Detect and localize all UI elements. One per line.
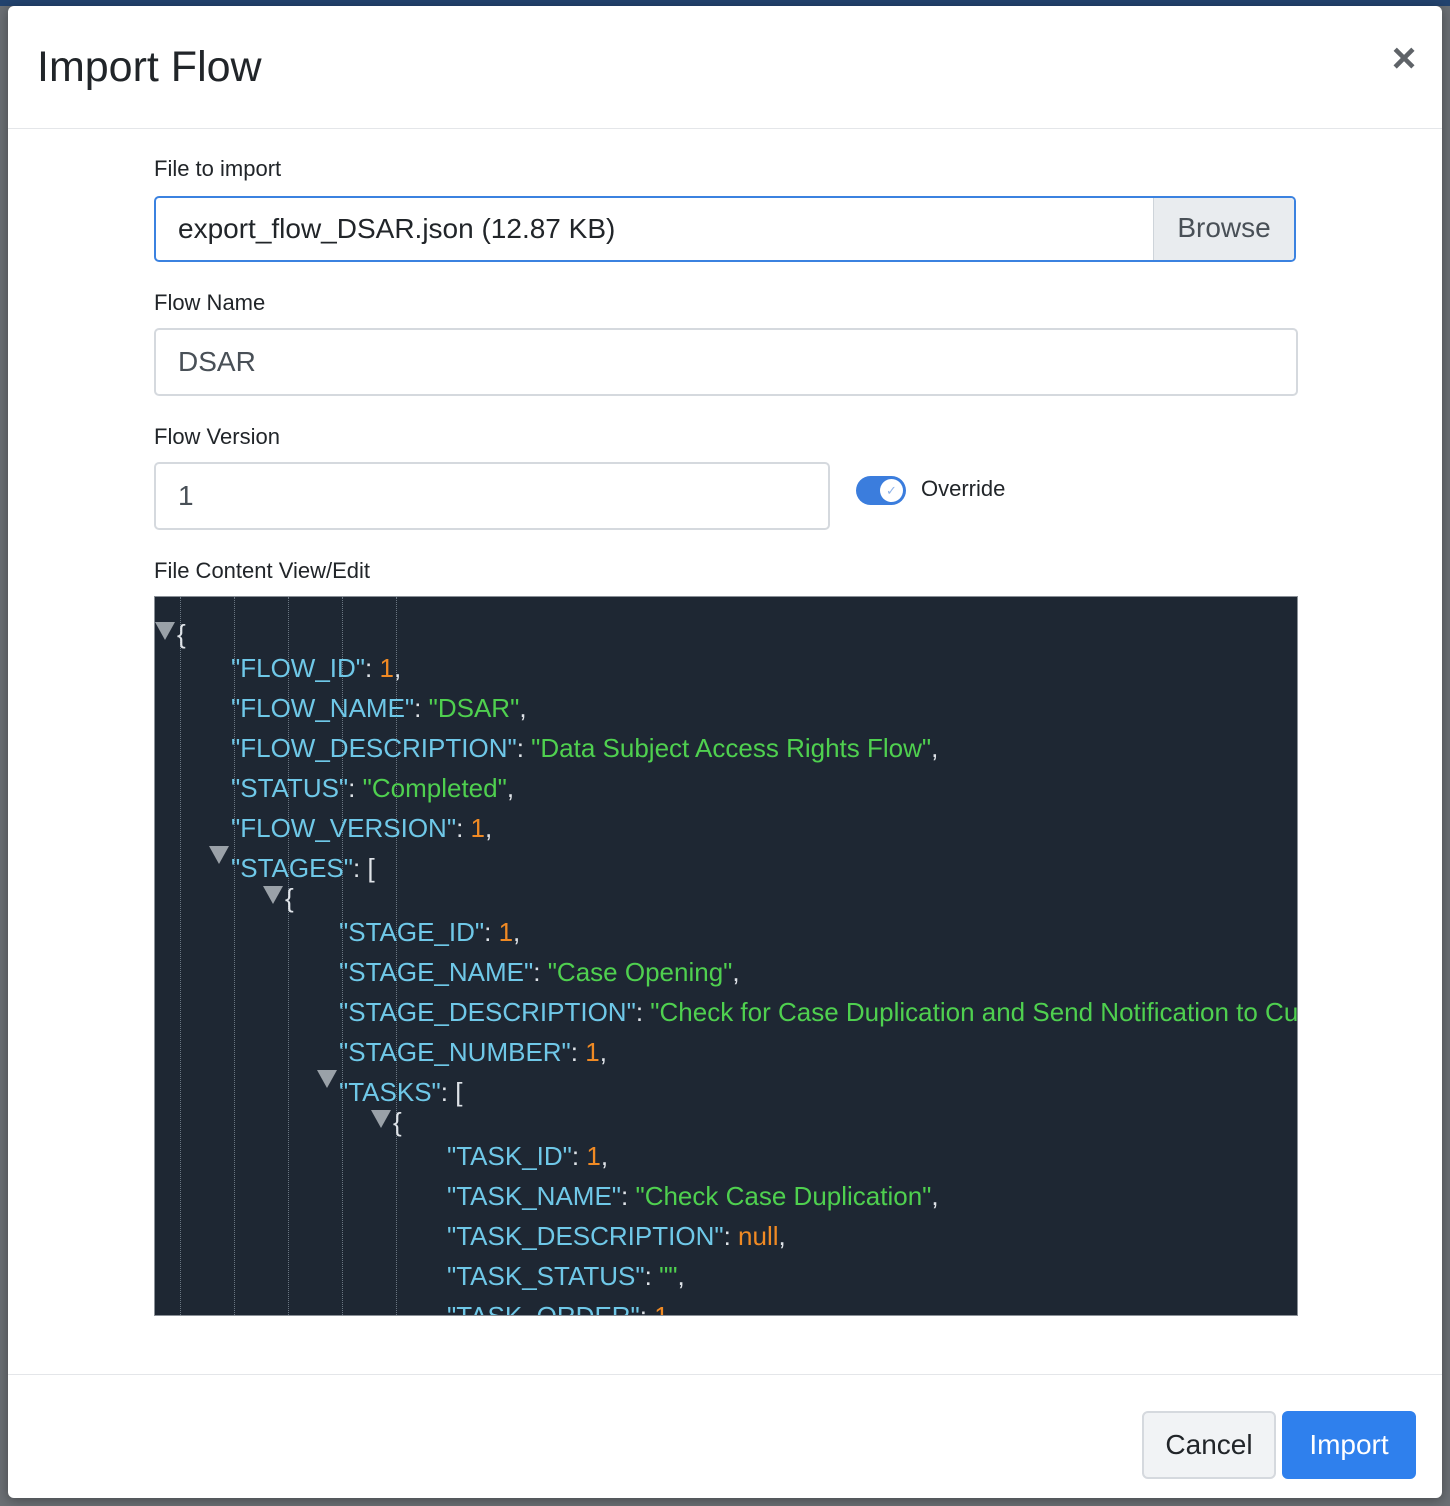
json-key: "TASKS" [339, 1077, 441, 1107]
json-punct: , [931, 1181, 939, 1211]
json-value: 1 [586, 1141, 601, 1171]
browse-button[interactable]: Browse [1153, 198, 1294, 260]
json-punct: , [506, 773, 515, 803]
json-value: "Check Case Duplication" [635, 1181, 932, 1211]
json-punct: , [677, 1261, 685, 1291]
flow-name-input[interactable]: DSAR [154, 328, 1298, 396]
modal-title: Import Flow [37, 43, 262, 91]
json-key: "STAGE_ID" [339, 917, 485, 947]
override-toggle[interactable]: ✓ [856, 476, 906, 505]
check-icon: ✓ [880, 479, 903, 502]
code-line: "TASK_ORDER": 1 [447, 1301, 669, 1316]
json-punct: { [177, 619, 186, 649]
collapse-arrow-icon[interactable] [263, 886, 283, 904]
collapse-arrow-icon[interactable] [317, 1070, 337, 1088]
code-line: "STAGE_NUMBER": 1, [339, 1037, 607, 1067]
json-key: "TASK_STATUS" [447, 1261, 645, 1291]
json-value: "Completed" [362, 773, 507, 803]
json-value: null [738, 1221, 779, 1251]
json-key: "STATUS" [231, 773, 349, 803]
json-punct: [ [455, 1077, 463, 1107]
code-line: "FLOW_DESCRIPTION": "Data Subject Access… [231, 733, 939, 763]
json-punct: , [484, 813, 493, 843]
code-line: "TASK_NAME": "Check Case Duplication", [447, 1181, 939, 1211]
close-icon[interactable]: × [1386, 37, 1422, 79]
json-key: "TASK_ID" [447, 1141, 572, 1171]
collapse-arrow-icon[interactable] [371, 1110, 391, 1128]
code-line: { [285, 883, 294, 913]
code-line: "TASK_ID": 1, [447, 1141, 609, 1171]
code-line: "TASK_DESCRIPTION": null, [447, 1221, 786, 1251]
code-line: { [393, 1107, 402, 1137]
code-line: "FLOW_ID": 1, [231, 653, 402, 683]
json-value: 1 [470, 813, 485, 843]
json-key: "STAGE_DESCRIPTION" [339, 997, 636, 1027]
file-to-import-label: File to import [154, 156, 282, 181]
json-punct: [ [367, 853, 375, 883]
json-punct: , [393, 653, 402, 683]
import-button[interactable]: Import [1282, 1411, 1416, 1479]
file-name-display[interactable]: export_flow_DSAR.json (12.87 KB) [178, 198, 615, 260]
flow-name-label: Flow Name [154, 290, 266, 315]
json-value: 1 [585, 1037, 600, 1067]
json-key: "STAGES" [231, 853, 354, 883]
json-punct: { [393, 1107, 402, 1137]
json-value: "Data Subject Access Rights Flow" [531, 733, 932, 763]
json-editor[interactable]: { "FLOW_ID": 1, "FLOW_NAME": "DSAR", "FL… [154, 596, 1298, 1316]
code-line: "FLOW_VERSION": 1, [231, 813, 493, 843]
modal-footer: Cancel Import [8, 1374, 1442, 1498]
collapse-arrow-icon[interactable] [209, 846, 229, 864]
json-key: "FLOW_NAME" [231, 693, 415, 723]
json-value: "Case Opening" [547, 957, 733, 987]
modal-header: Import Flow × [8, 6, 1442, 129]
json-key: "FLOW_VERSION" [231, 813, 457, 843]
json-punct: , [778, 1221, 786, 1251]
cancel-button[interactable]: Cancel [1142, 1411, 1276, 1479]
code-line: { [177, 619, 186, 649]
code-line: "STAGE_ID": 1, [339, 917, 521, 947]
code-line: "TASK_STATUS": "", [447, 1261, 685, 1291]
json-key: "TASK_ORDER" [447, 1301, 640, 1316]
json-value: 1 [654, 1301, 669, 1316]
json-value: 1 [379, 653, 394, 683]
code-line: "FLOW_NAME": "DSAR", [231, 693, 527, 723]
json-key: "STAGE_NAME" [339, 957, 534, 987]
json-key: "FLOW_DESCRIPTION" [231, 733, 517, 763]
flow-version-input[interactable]: 1 [154, 462, 830, 530]
file-content-label: File Content View/Edit [154, 558, 371, 583]
json-punct: , [732, 957, 740, 987]
json-key: "FLOW_ID" [231, 653, 366, 683]
json-punct: { [285, 883, 294, 913]
json-punct: , [519, 693, 527, 723]
json-key: "TASK_DESCRIPTION" [447, 1221, 724, 1251]
collapse-arrow-icon[interactable] [155, 622, 175, 640]
json-punct: , [931, 733, 939, 763]
json-key: "STAGE_NUMBER" [339, 1037, 571, 1067]
file-input-group[interactable]: export_flow_DSAR.json (12.87 KB) Browse [154, 196, 1296, 262]
json-value: "Check for Case Duplication and Send Not… [650, 997, 1298, 1027]
json-value: "DSAR" [428, 693, 520, 723]
import-flow-modal: Import Flow × File to import export_flow… [8, 6, 1442, 1498]
json-punct: , [599, 1037, 607, 1067]
flow-version-label: Flow Version [154, 424, 280, 449]
json-key: "TASK_NAME" [447, 1181, 622, 1211]
code-line: "STAGE_NAME": "Case Opening", [339, 957, 740, 987]
override-label: Override [921, 476, 1006, 501]
json-value: "" [659, 1261, 678, 1291]
code-line: "TASKS": [ [339, 1077, 463, 1107]
indent-guide [180, 597, 181, 1315]
json-punct: , [513, 917, 521, 947]
code-line: "STAGE_DESCRIPTION": "Check for Case Dup… [339, 997, 1298, 1027]
json-value: 1 [498, 917, 514, 947]
json-punct: , [600, 1141, 609, 1171]
code-line: "STAGES": [ [231, 853, 375, 883]
code-line: "STATUS": "Completed", [231, 773, 515, 803]
